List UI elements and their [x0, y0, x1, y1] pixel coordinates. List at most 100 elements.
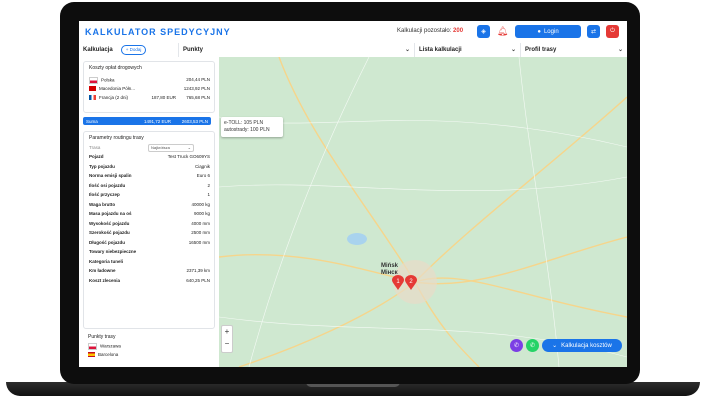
- param-key: Waga brutto: [89, 201, 116, 207]
- tolls-title: Koszty opłat drogowych: [89, 65, 142, 71]
- param-key: Typ pojazdu: [89, 163, 115, 169]
- swap-icon[interactable]: ⇄: [587, 25, 600, 38]
- highway-text: autostrady: 100 PLN: [224, 127, 270, 133]
- tolls-sum-bar: Suma 1491,72 EUR 2603,53 PLN: [83, 117, 211, 125]
- param-value: Test Truck GO609YS: [167, 154, 210, 159]
- layers-icon[interactable]: ◈: [477, 25, 490, 38]
- param-key: Pojazd: [89, 154, 104, 159]
- toll-value-pln: 765,68 PLN: [186, 95, 210, 100]
- lake: [347, 233, 367, 245]
- map-roads: [219, 57, 627, 367]
- add-button[interactable]: + Dodaj: [120, 45, 147, 55]
- point-label: Warszawa: [100, 343, 121, 349]
- calculations-left-label: Kalkulacji pozostało:: [397, 28, 452, 34]
- toll-country: Francja (2 dni): [99, 95, 129, 100]
- toll-row: Polska: [89, 77, 115, 84]
- power-icon[interactable]: ⏻: [606, 25, 619, 38]
- city-label: Mińsk: [381, 263, 399, 269]
- chevron-down-icon: ⌄: [552, 343, 558, 349]
- calculate-costs-button[interactable]: ⌄ Kalkulacja kosztów: [542, 339, 622, 352]
- toll-value: 1243,92 PLN: [183, 86, 210, 91]
- add-button-label: Dodaj: [129, 47, 142, 52]
- points-box: Punkty trasy Warszawa Barcelona: [83, 331, 213, 361]
- dropdown-lista-label: Lista kalkulacji: [419, 47, 462, 53]
- dropdown-lista-kalkulacji[interactable]: Lista kalkulacji ⌄: [415, 43, 521, 57]
- param-key: Koszt zlecenia: [89, 277, 121, 283]
- toll-row: Francja (2 dni): [89, 95, 129, 101]
- tab-kalkulacja[interactable]: Kalkulacja + Dodaj: [79, 43, 179, 57]
- dropdown-profil-label: Profil trasy: [525, 47, 557, 53]
- route-pin-2-icon[interactable]: 2: [405, 275, 417, 290]
- chevron-down-icon: ⌄: [510, 47, 516, 53]
- route-pin-1-icon[interactable]: 1: [392, 275, 404, 290]
- dropdown-profil-trasy[interactable]: Profil trasy ⌄: [521, 43, 627, 57]
- nav-row: Kalkulacja + Dodaj Punkty ⌄ Lista kalkul…: [79, 43, 627, 58]
- toll-value: 204,44 PLN: [186, 77, 210, 82]
- login-button[interactable]: ● Login: [515, 25, 581, 38]
- param-key: Kategoria tuneli: [89, 258, 124, 264]
- toll-value-eur: 187,80 EUR: [151, 95, 176, 100]
- flag-pl-icon: [88, 343, 97, 350]
- app-logo[interactable]: KALKULATOR SPEDYCYJNY: [85, 27, 231, 37]
- flag-pl-icon: [89, 77, 98, 84]
- toll-country: Macedonia Półn...: [99, 86, 136, 91]
- param-key: Norma emisji spalin: [89, 173, 132, 178]
- chevron-down-icon: ⌄: [187, 145, 191, 150]
- sum-pln: 2603,53 PLN: [181, 118, 208, 124]
- param-value: 1: [207, 192, 210, 197]
- param-value: 2371,39 km: [186, 268, 210, 273]
- route-type-label: Trasa: [89, 145, 101, 150]
- param-key: Km ładowne: [89, 268, 116, 273]
- sum-eur: 1491,72 EUR: [143, 118, 171, 124]
- app-screen: KALKULATOR SPEDYCYJNY Kalkulacji pozosta…: [79, 21, 627, 367]
- toll-tooltip: e-TOLL: 105 PLN autostrady: 100 PLN: [221, 117, 283, 137]
- routing-box: Parametry routingu trasy Trasa Najkrótsz…: [83, 131, 215, 329]
- route-type-select[interactable]: Najkrótsza ⌄: [148, 144, 194, 152]
- dropdown-punkty[interactable]: Punkty ⌄: [179, 43, 415, 57]
- zoom-out-button[interactable]: −: [222, 338, 232, 350]
- param-value: Euro 6: [196, 173, 210, 178]
- toll-row: Macedonia Półn...: [89, 86, 136, 92]
- param-value: 4000 mm: [191, 220, 210, 226]
- param-key: Wysokość pojazdu: [89, 220, 130, 226]
- param-key: Ilość osi pojazdu: [89, 182, 126, 188]
- param-key: Masa pojazdu na oś: [89, 211, 132, 216]
- flag-mk-icon: [89, 86, 96, 92]
- calculations-left-value: 200: [453, 28, 464, 34]
- tolls-box: Koszty opłat drogowych Polska 204,44 PLN…: [83, 61, 215, 113]
- sum-label: Suma: [86, 118, 98, 124]
- points-title: Punkty trasy: [88, 334, 116, 340]
- map-view[interactable]: Mińsk Мінск 1 2: [219, 57, 627, 367]
- param-value: Ciągnik: [194, 163, 210, 169]
- param-value: 2: [207, 182, 210, 188]
- zoom-in-button[interactable]: +: [222, 326, 232, 338]
- route-type-value: Najkrótsza: [151, 145, 170, 150]
- chevron-down-icon: ⌄: [617, 47, 623, 53]
- calculate-costs-label: Kalkulacja kosztów: [561, 342, 612, 349]
- point-item[interactable]: Barcelona: [88, 352, 119, 358]
- login-label: Login: [543, 28, 559, 35]
- viber-icon[interactable]: ✆: [510, 339, 523, 352]
- dropdown-punkty-label: Punkty: [183, 47, 204, 53]
- param-value: 16500 mm: [188, 239, 210, 245]
- param-key: Ilość przyczep: [89, 192, 120, 197]
- left-panel: Koszty opłat drogowych Polska 204,44 PLN…: [79, 57, 220, 367]
- param-key: Szerokość pojazdu: [89, 230, 130, 235]
- etoll-text: e-TOLL: 105 PLN: [224, 120, 264, 126]
- flag-fr-icon: [89, 95, 96, 101]
- chevron-down-icon: ⌄: [404, 47, 410, 53]
- param-value: 640,25 PLN: [186, 277, 210, 283]
- calculations-left: Kalkulacji pozostało: 200: [397, 28, 463, 34]
- param-value: 2500 mm: [191, 230, 210, 235]
- param-key: Towary niebezpieczne: [89, 249, 137, 254]
- zoom-control: + −: [221, 325, 233, 353]
- bell-icon[interactable]: 🔔︎: [496, 25, 509, 38]
- whatsapp-icon[interactable]: ✆: [526, 339, 539, 352]
- flag-es-icon: [88, 352, 95, 358]
- param-value: 9000 kg: [193, 211, 210, 216]
- point-label: Barcelona: [98, 352, 119, 357]
- point-item[interactable]: Warszawa: [88, 343, 121, 350]
- param-value: 40000 kg: [191, 201, 210, 207]
- top-bar: KALKULATOR SPEDYCYJNY Kalkulacji pozosta…: [79, 21, 627, 44]
- param-key: Długość pojazdu: [89, 239, 125, 245]
